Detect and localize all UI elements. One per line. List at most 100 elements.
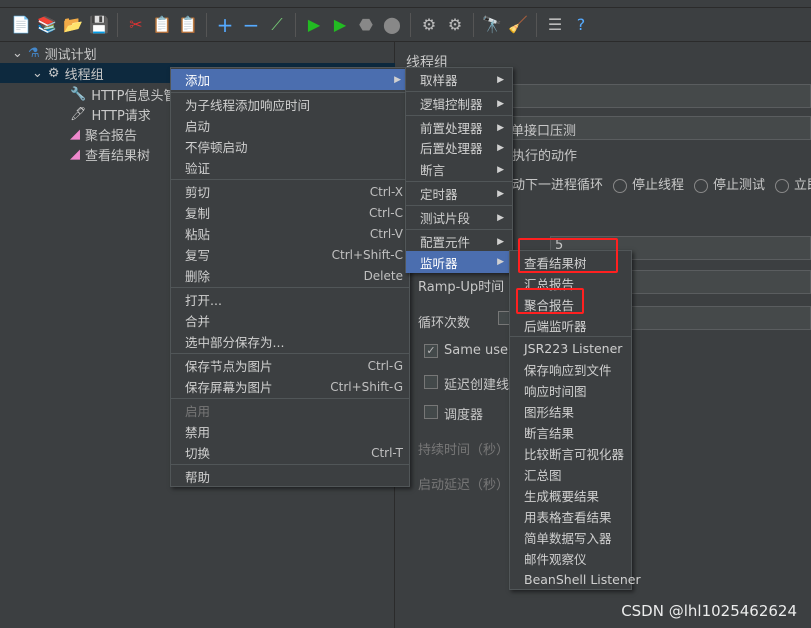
toggle-icon[interactable]: ⟋ <box>266 13 288 37</box>
listener-submenu-item[interactable]: 邮件观察仪 <box>510 548 631 569</box>
add-submenu-item[interactable]: 配置元件 ▶ <box>406 231 512 252</box>
listener-submenu-item[interactable]: 响应时间图 <box>510 380 631 401</box>
comments-field[interactable]: 单接口压测 <box>510 116 811 140</box>
cut-icon[interactable]: ✂ <box>125 13 147 37</box>
listener-submenu-item[interactable]: 断言结果 <box>510 422 631 443</box>
tools-icon: 🔧 <box>70 86 87 102</box>
divider <box>536 12 537 37</box>
radio-stop-test[interactable] <box>694 178 709 193</box>
clear-icon[interactable]: ⚙ <box>418 13 440 37</box>
tree-item-header-manager[interactable]: 🔧 HTTP信息头管 <box>70 84 176 104</box>
divider <box>171 353 409 354</box>
templates-icon[interactable]: 📚 <box>36 13 58 37</box>
divider <box>171 398 409 399</box>
menu-item-save-node-image[interactable]: 保存节点为图片 Ctrl-G <box>171 355 409 376</box>
listener-submenu-item[interactable]: 生成概要结果 <box>510 485 631 506</box>
paste-icon[interactable]: 📋 <box>177 13 199 37</box>
add-submenu-item[interactable]: 定时器 ▶ <box>406 183 512 204</box>
chart-icon: ◢ <box>70 126 80 142</box>
help-icon[interactable]: ? <box>570 13 592 37</box>
start-no-pause-icon[interactable]: ▶ <box>329 13 351 37</box>
listener-submenu-item[interactable]: 比较断言可视化器 <box>510 443 631 464</box>
menu-item-enable[interactable]: 启用 <box>171 400 409 421</box>
divider <box>171 92 409 93</box>
startup-delay-label: 启动延迟（秒） <box>418 478 510 493</box>
pipette-icon: 🖊 <box>70 106 87 122</box>
add-submenu-item[interactable]: 后置处理器 ▶ <box>406 137 512 158</box>
menu-item-merge[interactable]: 合并 <box>171 310 409 331</box>
clear-all-icon[interactable]: ⚙ <box>444 13 466 37</box>
listener-submenu-item[interactable]: JSR223 Listener <box>510 338 631 359</box>
menu-item-help[interactable]: 帮助 <box>171 466 409 487</box>
divider <box>171 464 409 465</box>
add-submenu-item[interactable]: 监听器 ▶ <box>406 251 512 273</box>
chart-icon: ◢ <box>70 146 80 162</box>
add-submenu-item[interactable]: 测试片段 ▶ <box>406 207 512 228</box>
tree-item-result-tree[interactable]: ◢ 查看结果树 <box>70 144 150 164</box>
add-submenu-item[interactable]: 前置处理器 ▶ <box>406 117 512 138</box>
same-user-checkbox[interactable]: ✓ <box>424 344 438 358</box>
reset-search-icon[interactable]: 🧹 <box>507 13 529 37</box>
listener-submenu-item[interactable]: 后端监听器 <box>510 315 631 336</box>
divider <box>406 229 512 230</box>
menu-item-validate[interactable]: 验证 <box>171 157 409 178</box>
menu-item-start-no-pause[interactable]: 不停顿启动 <box>171 136 409 157</box>
chevron-right-icon: ▶ <box>497 164 504 175</box>
listener-submenu-item[interactable]: BeanShell Listener <box>510 569 641 590</box>
listener-submenu-item[interactable]: 保存响应到文件 <box>510 359 631 380</box>
toolbar: 📄 📚 📂 💾 ✂ 📋 📋 + − ⟋ ▶ ▶ ⬣ ⬤ ⚙ ⚙ 🔭 🧹 ☰ ? <box>0 8 811 42</box>
stop-icon[interactable]: ⬣ <box>355 13 377 37</box>
save-icon[interactable]: 💾 <box>88 13 110 37</box>
divider <box>406 115 512 116</box>
listener-submenu-item[interactable]: 汇总图 <box>510 464 631 485</box>
menu-item-disable[interactable]: 禁用 <box>171 421 409 442</box>
listener-submenu-item[interactable]: 用表格查看结果 <box>510 506 631 527</box>
add-submenu-item[interactable]: 逻辑控制器 ▶ <box>406 93 512 114</box>
menu-item-toggle[interactable]: 切换 Ctrl-T <box>171 442 409 463</box>
tree-item-test-plan[interactable]: ⌄ ⚗ 测试计划 <box>12 43 97 63</box>
menu-bar[interactable] <box>0 0 811 8</box>
add-submenu-item[interactable]: 取样器 ▶ <box>406 69 512 90</box>
menu-item-save-screen-image[interactable]: 保存屏幕为图片 Ctrl+Shift-G <box>171 376 409 397</box>
tree-item-aggregate-report[interactable]: ◢ 聚合报告 <box>70 124 137 144</box>
menu-item-duplicate[interactable]: 复写 Ctrl+Shift-C <box>171 244 409 265</box>
error-action-radios: 动下一进程循环停止线程停止测试立即 <box>512 178 811 193</box>
name-field[interactable] <box>510 84 811 108</box>
listener-submenu-item[interactable]: 简单数据写入器 <box>510 527 631 548</box>
expand-icon[interactable]: + <box>214 13 236 37</box>
chevron-down-icon[interactable]: ⌄ <box>12 46 23 61</box>
watermark: CSDN @lhl1025462624 <box>621 602 797 620</box>
divider <box>171 179 409 180</box>
menu-item-add[interactable]: 添加 ▶ <box>171 69 409 90</box>
delay-checkbox[interactable] <box>424 375 438 389</box>
radio-stop-now[interactable] <box>775 178 790 193</box>
chevron-right-icon: ▶ <box>497 257 504 267</box>
open-icon[interactable]: 📂 <box>62 13 84 37</box>
divider <box>473 12 474 37</box>
radio-stop-thread[interactable] <box>613 178 628 193</box>
search-icon[interactable]: 🔭 <box>481 13 503 37</box>
divider <box>171 287 409 288</box>
menu-item-delete[interactable]: 删除 Delete <box>171 265 409 286</box>
menu-item-save-selection[interactable]: 选中部分保存为... <box>171 331 409 352</box>
scheduler-checkbox[interactable] <box>424 405 438 419</box>
tree-item-http-request[interactable]: 🖊 HTTP请求 <box>70 104 151 124</box>
collapse-icon[interactable]: − <box>240 13 262 37</box>
menu-item-add-think-time[interactable]: 为子线程添加响应时间 <box>171 94 409 115</box>
context-menu: 添加 ▶ 为子线程添加响应时间 启动 不停顿启动 验证 剪切 Ctrl-X 复制 Ct… <box>170 67 410 487</box>
menu-item-copy[interactable]: 复制 Ctrl-C <box>171 202 409 223</box>
listener-submenu-item[interactable]: 图形结果 <box>510 401 631 422</box>
chevron-right-icon: ▶ <box>497 188 504 199</box>
menu-item-start[interactable]: 启动 <box>171 115 409 136</box>
add-submenu-item[interactable]: 断言 ▶ <box>406 159 512 180</box>
shutdown-icon[interactable]: ⬤ <box>381 13 403 37</box>
start-icon[interactable]: ▶ <box>303 13 325 37</box>
menu-item-open[interactable]: 打开... <box>171 289 409 310</box>
menu-item-cut[interactable]: 剪切 Ctrl-X <box>171 181 409 202</box>
log-viewer-icon[interactable]: ☰ <box>544 13 566 37</box>
copy-icon[interactable]: 📋 <box>151 13 173 37</box>
chevron-down-icon[interactable]: ⌄ <box>32 66 43 81</box>
divider <box>117 12 118 37</box>
menu-item-paste[interactable]: 粘贴 Ctrl-V <box>171 223 409 244</box>
new-icon[interactable]: 📄 <box>10 13 32 37</box>
